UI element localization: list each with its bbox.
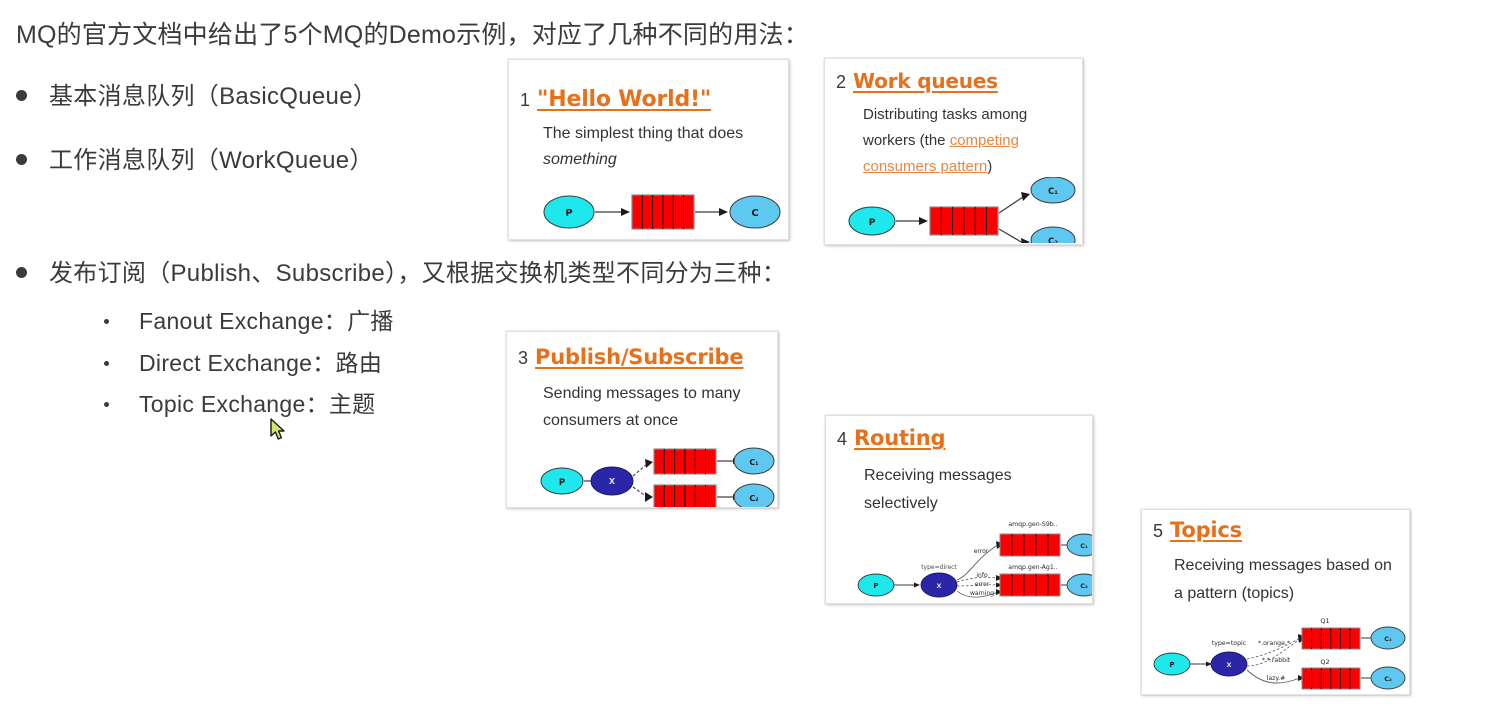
svg-text:C₂: C₂ <box>1080 582 1088 590</box>
svg-text:P: P <box>873 582 878 590</box>
svg-text:type=direct: type=direct <box>921 564 957 571</box>
bullet-dot-icon <box>16 90 27 101</box>
svg-text:*.orange.*: *.orange.* <box>1258 640 1290 647</box>
svg-text:P: P <box>565 208 572 219</box>
svg-text:error: error <box>974 548 989 555</box>
sub-bullet-label: Topic Exchange：主题 <box>139 391 376 417</box>
card-title-link[interactable]: Routing <box>854 426 946 450</box>
card-description: The simplest thing that does something <box>509 112 788 173</box>
svg-text:amqp.gen-Ag1..: amqp.gen-Ag1.. <box>1008 564 1057 571</box>
svg-text:C₂: C₂ <box>1048 237 1058 243</box>
sub-bullet-item-direct: Direct Exchange：路由 <box>104 349 382 378</box>
svg-text:error: error <box>975 581 990 588</box>
card-header: 2 Work queues <box>825 69 1082 93</box>
card-number: 2 <box>836 72 847 92</box>
svg-text:C₁: C₁ <box>1080 542 1088 550</box>
card-text: The simplest thing that does <box>543 125 744 142</box>
svg-text:Q1: Q1 <box>1320 617 1329 625</box>
card-routing[interactable]: 4 Routing Receiving messages selectively… <box>825 415 1093 604</box>
diagram-routing: type=direct info error warning error amq… <box>826 516 1092 603</box>
svg-text:Q2: Q2 <box>1320 658 1329 666</box>
card-topics[interactable]: 5 Topics Receiving messages based on a p… <box>1141 509 1410 695</box>
svg-text:info: info <box>976 572 988 579</box>
card-header: 3 Publish/Subscribe <box>507 345 777 369</box>
card-description: Sending messages to many consumers at on… <box>507 369 777 434</box>
diagram-publish-subscribe: P X C₁ C₂ <box>507 437 777 507</box>
svg-text:X: X <box>1226 661 1231 669</box>
card-description: Distributing tasks among workers (the co… <box>825 93 1082 180</box>
card-number: 1 <box>520 90 531 110</box>
card-hello-world[interactable]: 1 "Hello World!" The simplest thing that… <box>508 59 789 240</box>
bullet-item-basic-queue: 基本消息队列（BasicQueue） <box>16 82 377 112</box>
card-text: Receiving messages selectively <box>864 467 1012 512</box>
card-header: 1 "Hello World!" <box>509 87 788 112</box>
svg-text:C₁: C₁ <box>1048 187 1058 197</box>
card-description: Receiving messages based on a pattern (t… <box>1142 542 1409 607</box>
sub-bullet-dot-icon <box>104 361 109 366</box>
mouse-cursor-icon <box>270 418 288 442</box>
svg-text:P: P <box>559 478 565 488</box>
svg-text:*.*.rabbit: *.*.rabbit <box>1262 657 1291 664</box>
sub-bullet-item-fanout: Fanout Exchange：广播 <box>104 307 394 336</box>
card-number: 4 <box>837 429 848 449</box>
sub-bullet-dot-icon <box>104 319 109 324</box>
svg-text:P: P <box>869 218 876 228</box>
card-text-tail: ) <box>987 157 993 175</box>
svg-text:amqp.gen-S9b..: amqp.gen-S9b.. <box>1008 521 1057 528</box>
card-title-link[interactable]: Topics <box>1170 518 1242 542</box>
card-text: Sending messages to many consumers at on… <box>543 385 741 430</box>
bullet-item-publish-subscribe: 发布订阅（Publish、Subscribe），又根据交换机类型不同分为三种： <box>16 259 786 289</box>
card-text: Receiving messages based on a pattern (t… <box>1174 557 1392 602</box>
page-title: MQ的官方文档中给出了5个MQ的Demo示例，对应了几种不同的用法： <box>16 21 809 49</box>
card-header: 5 Topics <box>1142 518 1409 542</box>
card-title-link[interactable]: Work queues <box>853 69 998 93</box>
svg-text:warning: warning <box>970 590 994 597</box>
bullet-label: 基本消息队列（BasicQueue） <box>49 83 378 110</box>
svg-text:lazy.#: lazy.# <box>1267 675 1286 682</box>
svg-text:X: X <box>609 477 616 486</box>
card-title-link[interactable]: Publish/Subscribe <box>535 345 744 369</box>
card-description: Receiving messages selectively <box>826 450 1078 518</box>
svg-text:C₁: C₁ <box>749 458 759 467</box>
svg-text:X: X <box>936 582 941 590</box>
svg-text:C₁: C₁ <box>1384 635 1392 643</box>
card-number: 5 <box>1153 521 1164 541</box>
sub-bullet-label: Fanout Exchange：广播 <box>139 308 394 334</box>
card-header: 4 Routing <box>826 426 1092 450</box>
card-number: 3 <box>518 348 529 368</box>
diagram-topics: type=topic *.orange.* *.*.rabbit lazy.# … <box>1142 610 1409 694</box>
svg-text:P: P <box>1169 661 1174 669</box>
bullet-item-work-queue: 工作消息队列（WorkQueue） <box>16 146 374 176</box>
svg-text:C₂: C₂ <box>749 494 759 503</box>
card-title-link[interactable]: "Hello World!" <box>537 87 711 112</box>
svg-text:type=topic: type=topic <box>1212 640 1247 647</box>
svg-text:C₂: C₂ <box>1384 675 1392 683</box>
sub-bullet-dot-icon <box>104 402 109 407</box>
diagram-work-queues: P C₁ C₂ <box>825 177 1082 243</box>
svg-text:C: C <box>751 208 758 219</box>
card-publish-subscribe[interactable]: 3 Publish/Subscribe Sending messages to … <box>506 331 778 508</box>
sub-bullet-label: Direct Exchange：路由 <box>139 350 383 376</box>
bullet-dot-icon <box>16 154 27 165</box>
bullet-label: 发布订阅（Publish、Subscribe），又根据交换机类型不同分为三种： <box>49 260 787 287</box>
bullet-dot-icon <box>16 267 27 278</box>
bullet-label: 工作消息队列（WorkQueue） <box>49 147 374 174</box>
sub-bullet-item-topic: Topic Exchange：主题 <box>104 390 375 419</box>
diagram-hello-world: P C <box>509 184 788 239</box>
card-work-queues[interactable]: 2 Work queues Distributing tasks among w… <box>824 58 1083 245</box>
card-text-italic: something <box>543 150 617 168</box>
